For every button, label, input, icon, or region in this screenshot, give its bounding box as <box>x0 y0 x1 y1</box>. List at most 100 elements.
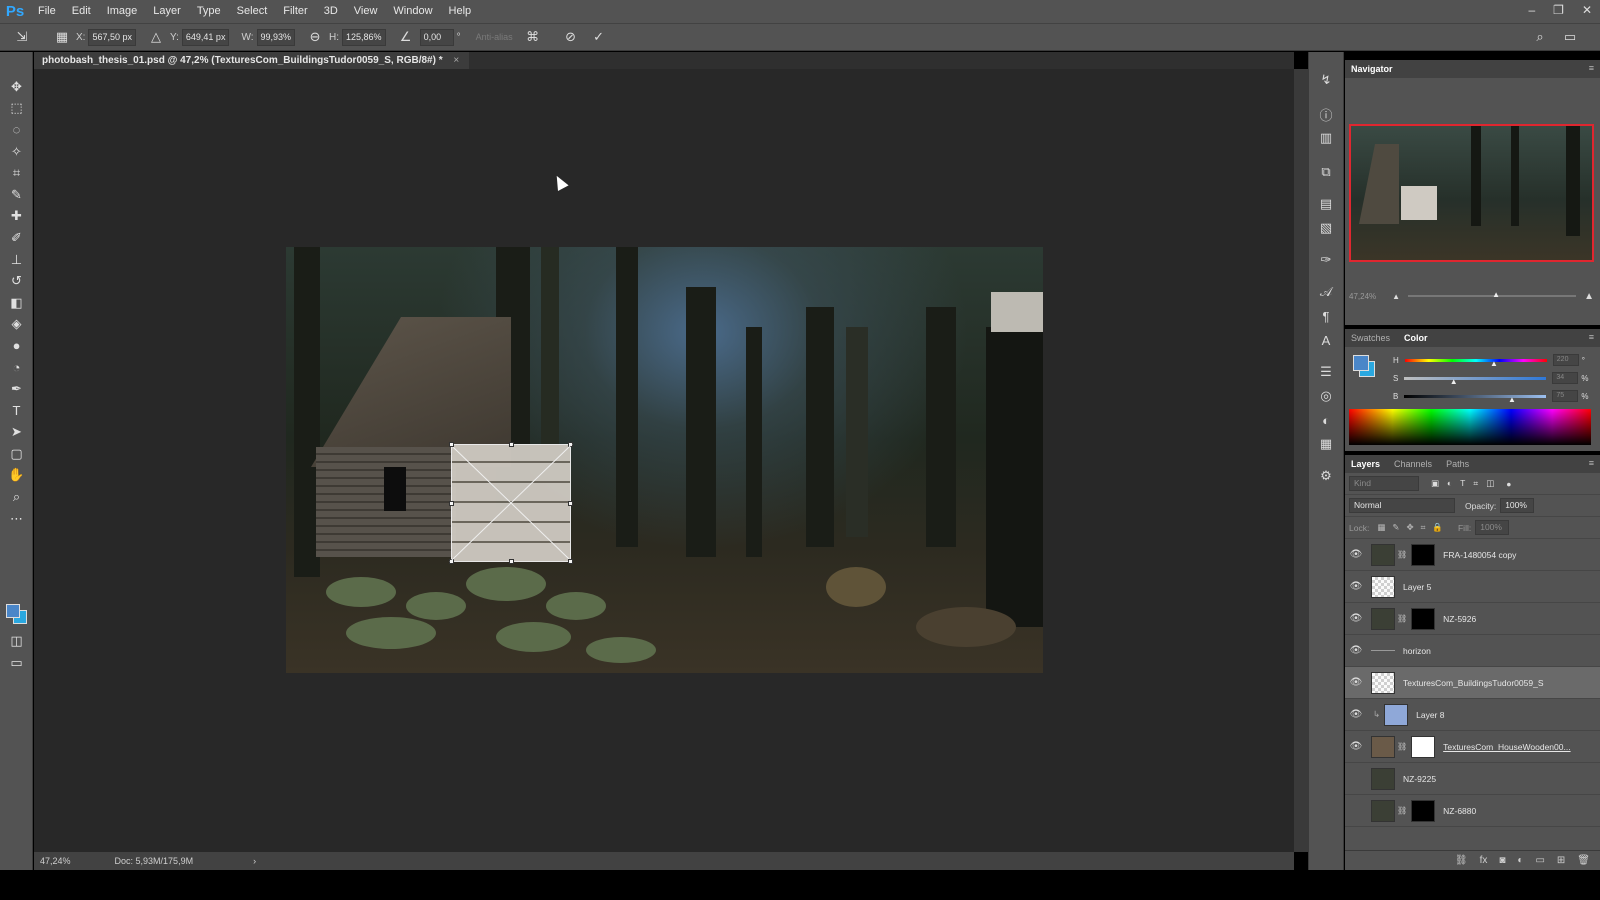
dodge-tool-icon[interactable]: ◔ <box>0 357 33 379</box>
layer-mask-thumbnail[interactable] <box>1411 735 1436 758</box>
transform-handle-bl[interactable] <box>449 559 454 564</box>
history-brush-tool-icon[interactable]: ↺ <box>0 270 33 292</box>
visibility-eye-icon[interactable]: 👁 <box>1345 741 1367 752</box>
pen-tool-icon[interactable]: ✒ <box>0 378 33 400</box>
angle-input[interactable]: 0,00 <box>419 28 454 46</box>
search-icon[interactable]: ⌕ <box>1532 29 1548 45</box>
layer-row[interactable]: 👁 Layer 5 <box>1345 571 1600 603</box>
document-tab[interactable]: photobash_thesis_01.psd @ 47,2% (Texture… <box>34 52 470 69</box>
notes-icon[interactable]: ▧ <box>1309 216 1343 240</box>
layer-row[interactable]: 👁 ⛓ FRA-1480054 copy <box>1345 539 1600 571</box>
transform-handle-t[interactable] <box>509 442 514 447</box>
mask-link-icon[interactable]: ⛓ <box>1397 742 1407 751</box>
navigator-title[interactable]: Navigator <box>1351 64 1393 74</box>
brush-presets-icon[interactable]: ✑ <box>1309 248 1343 272</box>
h-input[interactable]: 125,86% <box>342 28 386 46</box>
filter-type-icons[interactable]: ▣◐T⌗◫ <box>1431 478 1502 489</box>
healing-brush-tool-icon[interactable]: ✚ <box>0 206 33 228</box>
type-tool-icon[interactable]: T <box>0 400 33 422</box>
screen-mode-icon[interactable]: ▭ <box>0 652 33 674</box>
crop-tool-icon[interactable]: ⌗ <box>0 162 33 184</box>
menu-layer[interactable]: Layer <box>145 0 189 23</box>
magic-wand-tool-icon[interactable]: ✧ <box>0 141 33 163</box>
w-input[interactable]: 99,93% <box>256 28 296 46</box>
transform-bounding-box[interactable] <box>449 442 573 564</box>
menu-view[interactable]: View <box>346 0 386 23</box>
transform-handle-tr[interactable] <box>568 442 573 447</box>
adjustments-icon[interactable]: ☰ <box>1309 360 1343 384</box>
menu-filter[interactable]: Filter <box>275 0 315 23</box>
zoom-tool-icon[interactable]: ⌕ <box>0 486 33 508</box>
close-tab-icon[interactable]: × <box>453 55 459 66</box>
styles-icon[interactable]: ◎ <box>1309 384 1343 408</box>
hand-tool-icon[interactable]: ✋ <box>0 465 33 487</box>
visibility-eye-icon[interactable]: 👁 <box>1345 613 1367 624</box>
status-menu-arrow[interactable]: › <box>253 856 256 866</box>
transform-handle-tl[interactable] <box>449 442 454 447</box>
brightness-input[interactable]: 75 <box>1552 390 1579 402</box>
layer-row[interactable]: 👁 ⛓ TexturesCom_HouseWooden00... <box>1345 731 1600 763</box>
menu-file[interactable]: File <box>30 0 64 23</box>
zoom-in-icon[interactable]: ▲ <box>1584 291 1594 302</box>
menu-type[interactable]: Type <box>189 0 229 23</box>
layer-row-selected[interactable]: 👁 TexturesCom_BuildingsTudor0059_S <box>1345 667 1600 699</box>
lasso-tool-icon[interactable]: ◌ <box>0 119 33 141</box>
mask-link-icon[interactable]: ⛓ <box>1397 614 1407 623</box>
transform-handle-l[interactable] <box>449 501 454 506</box>
adjustment-layer-icon[interactable]: ◐ <box>1517 855 1523 866</box>
antialias-checkbox[interactable]: Anti-alias <box>476 32 513 42</box>
visibility-eye-icon[interactable]: 👁 <box>1345 709 1367 720</box>
opacity-input[interactable]: 100% <box>1500 498 1535 513</box>
menu-image[interactable]: Image <box>99 0 146 23</box>
saturation-slider[interactable]: ▲ <box>1404 376 1547 386</box>
eyedropper-tool-icon[interactable]: ✎ <box>0 184 33 206</box>
transform-handle-r[interactable] <box>568 501 573 506</box>
layers-panel-menu-icon[interactable]: ≡ <box>1589 458 1594 468</box>
info-icon[interactable]: ⓘ <box>1309 102 1343 126</box>
visibility-eye-icon[interactable]: 👁 <box>1345 645 1367 656</box>
warp-mode-icon[interactable]: ⌘ <box>525 29 541 45</box>
layer-style-icon[interactable]: fx <box>1480 855 1488 866</box>
layer-mask-thumbnail[interactable] <box>1411 543 1436 566</box>
mask-link-icon[interactable]: ⛓ <box>1397 550 1407 559</box>
blend-mode-select[interactable]: Normal <box>1349 498 1455 513</box>
fill-input[interactable]: 100% <box>1475 520 1510 535</box>
hue-slider[interactable]: ▲ <box>1404 358 1547 368</box>
new-layer-icon[interactable]: ⊞ <box>1557 855 1565 866</box>
navigator-zoom-value[interactable]: 47,24% <box>1349 292 1376 301</box>
tab-paths[interactable]: Paths <box>1446 459 1469 469</box>
filter-toggle-icon[interactable]: ● <box>1506 479 1511 489</box>
x-input[interactable]: 567,50 px <box>88 28 136 46</box>
commit-transform-icon[interactable]: ✓ <box>591 29 607 45</box>
cancel-transform-icon[interactable]: ⊘ <box>563 29 579 45</box>
marquee-tool-icon[interactable]: ⬚ <box>0 98 33 120</box>
layer-row[interactable]: 👁 ↳ Layer 8 <box>1345 699 1600 731</box>
more-tools-icon[interactable]: ⋯ <box>0 508 33 530</box>
clone-stamp-tool-icon[interactable]: ⊥ <box>0 249 33 271</box>
layer-mask-thumbnail[interactable] <box>1411 799 1436 822</box>
menu-window[interactable]: Window <box>385 0 440 23</box>
visibility-eye-icon[interactable]: 👁 <box>1345 549 1367 560</box>
color-foreground-swatch[interactable] <box>1353 355 1369 371</box>
link-icon[interactable]: ⊖ <box>307 29 323 45</box>
path-selection-tool-icon[interactable]: ➤ <box>0 422 33 444</box>
zoom-level[interactable]: 47,24% <box>40 856 71 866</box>
menu-help[interactable]: Help <box>441 0 480 23</box>
layer-row[interactable]: NZ-9225 <box>1345 763 1600 795</box>
transform-handle-br[interactable] <box>568 559 573 564</box>
reference-point-icon[interactable]: ▦ <box>54 29 70 45</box>
close-window-button[interactable]: ✕ <box>1582 0 1592 20</box>
history-icon[interactable]: ↯ <box>1309 68 1343 92</box>
y-input[interactable]: 649,41 px <box>181 28 230 46</box>
zoom-out-icon[interactable]: ▲ <box>1392 292 1400 301</box>
menu-select[interactable]: Select <box>229 0 276 23</box>
layer-row[interactable]: 👁 ⛓ NZ-5926 <box>1345 603 1600 635</box>
saturation-input[interactable]: 34 <box>1552 372 1579 384</box>
minimize-button[interactable]: – <box>1528 0 1535 20</box>
layer-mask-thumbnail[interactable] <box>1411 607 1436 630</box>
eraser-tool-icon[interactable]: ◧ <box>0 292 33 314</box>
link-layers-icon[interactable]: ⛓ <box>1455 855 1468 866</box>
delta-icon[interactable]: △ <box>148 29 164 45</box>
delete-layer-icon[interactable]: 🗑 <box>1577 855 1590 866</box>
tab-color[interactable]: Color <box>1404 333 1428 343</box>
